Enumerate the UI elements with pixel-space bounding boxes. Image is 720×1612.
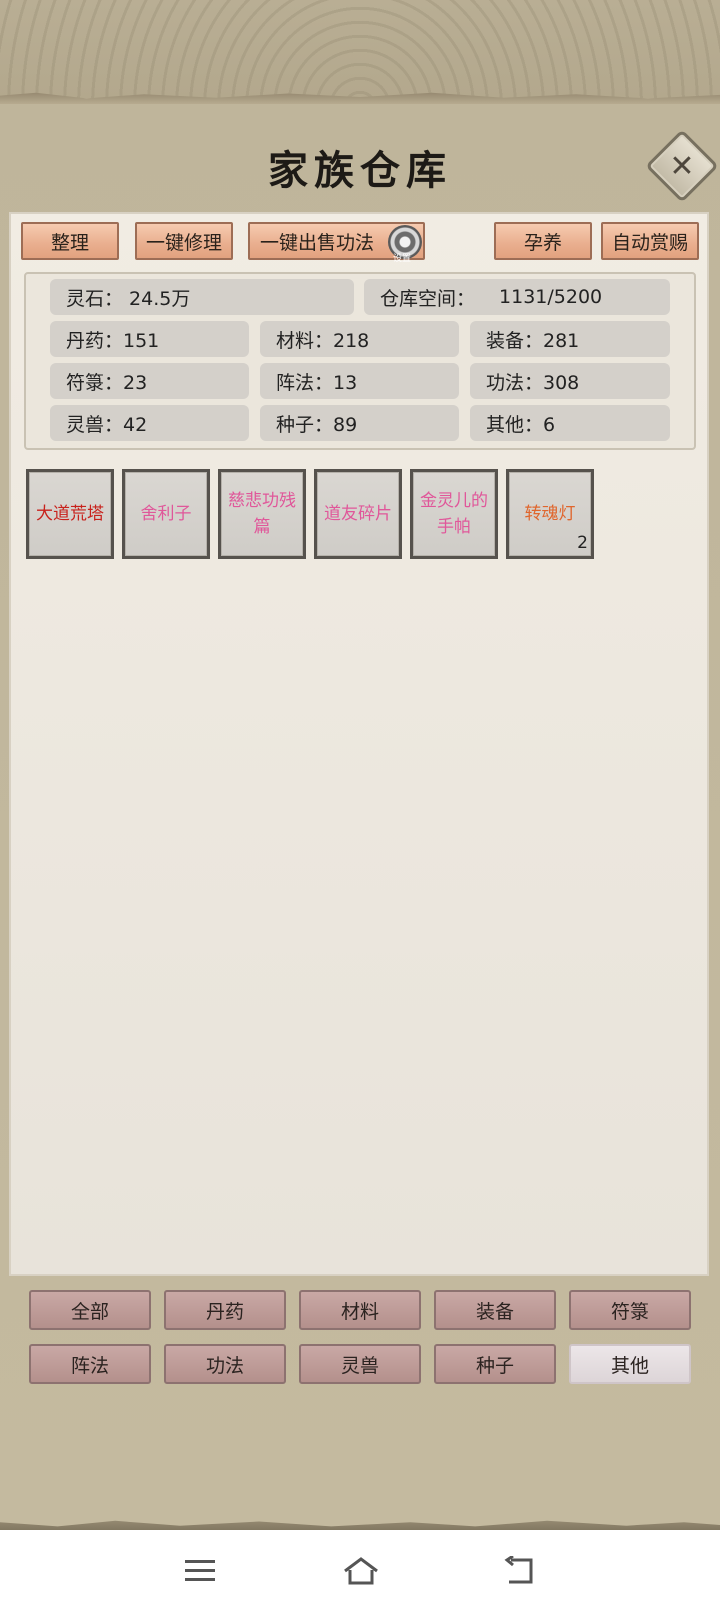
page-title: 家族仓库 (268, 147, 452, 194)
item-slot[interactable]: 慈悲功残篇 (218, 469, 306, 559)
tab-all[interactable]: 全部 (29, 1290, 151, 1330)
tab-equipment[interactable]: 装备 (434, 1290, 556, 1330)
tab-materials[interactable]: 材料 (299, 1290, 421, 1330)
system-nav-bar (0, 1530, 720, 1612)
item-name: 大道荒塔 (36, 504, 104, 524)
nurture-button[interactable]: 孕养 (494, 222, 592, 260)
stat-warehouse-space-label: 仓库空间： (380, 287, 476, 310)
menu-icon[interactable] (183, 1556, 217, 1586)
item-slot[interactable]: 转魂灯 2 (506, 469, 594, 559)
stat-spirit-stone: 灵石： 24.5万 (50, 279, 354, 315)
tab-techniques[interactable]: 功法 (164, 1344, 286, 1384)
auto-reward-button[interactable]: 自动赏赐 (601, 222, 699, 260)
stat-warehouse-space-value: 1131/5200 (499, 286, 603, 308)
item-slot[interactable]: 舍利子 (122, 469, 210, 559)
tab-seeds[interactable]: 种子 (434, 1344, 556, 1384)
home-icon[interactable] (342, 1556, 380, 1586)
tab-formations[interactable]: 阵法 (29, 1344, 151, 1384)
item-name: 道友碎片 (324, 504, 392, 524)
tab-talismans[interactable]: 符箓 (569, 1290, 691, 1330)
back-icon[interactable] (503, 1556, 537, 1586)
stat-materials: 材料：218 (260, 321, 459, 357)
stat-warehouse-space: 仓库空间： 1131/5200 (364, 279, 670, 315)
stat-pills: 丹药：151 (50, 321, 249, 357)
sort-button[interactable]: 整理 (21, 222, 119, 260)
item-name: 慈悲功残篇 (228, 491, 296, 537)
item-name: 舍利子 (140, 504, 192, 524)
tab-pills[interactable]: 丹药 (164, 1290, 286, 1330)
stat-equipment: 装备：281 (470, 321, 670, 357)
tab-others[interactable]: 其他 (569, 1344, 691, 1384)
stat-seeds: 种子：89 (260, 405, 459, 441)
repair-all-button[interactable]: 一键修理 (135, 222, 233, 260)
stat-formations: 阵法：13 (260, 363, 459, 399)
stat-techniques: 功法：308 (470, 363, 670, 399)
item-slot[interactable]: 道友碎片 (314, 469, 402, 559)
item-slot[interactable]: 金灵儿的手帕 (410, 469, 498, 559)
stat-others: 其他：6 (470, 405, 670, 441)
close-icon: ✕ (669, 148, 695, 184)
stat-talismans: 符箓：23 (50, 363, 249, 399)
gear-label: 设置 (393, 254, 412, 264)
stat-beasts: 灵兽：42 (50, 405, 249, 441)
tab-beasts[interactable]: 灵兽 (299, 1344, 421, 1384)
item-slot[interactable]: 大道荒塔 (26, 469, 114, 559)
item-name: 金灵儿的手帕 (420, 491, 488, 537)
top-decor-band (0, 0, 720, 98)
item-name: 转魂灯 (524, 504, 576, 524)
item-quantity: 2 (577, 533, 588, 553)
